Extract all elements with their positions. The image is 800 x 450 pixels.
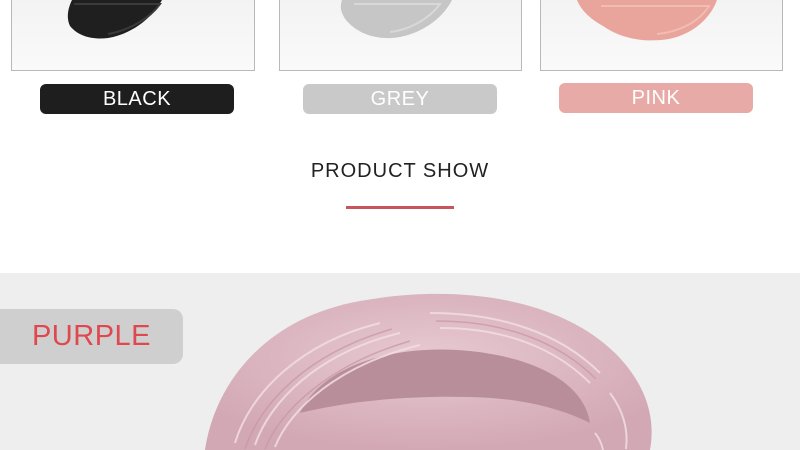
pink-scarf-image [577,0,717,41]
color-option-label: GREY [370,87,430,110]
variant-label-tag: PURPLE [0,309,183,364]
product-showcase: PURPLE [0,273,800,450]
grey-scarf-image [340,0,452,39]
black-scarf-image [67,0,162,39]
swatch-card-black[interactable] [11,0,255,71]
color-option-label: BLACK [102,87,172,110]
color-option-black[interactable]: BLACK [40,84,234,114]
swatch-card-pink[interactable] [540,0,783,71]
section-title-underline [346,206,454,209]
color-option-pink[interactable]: PINK [559,83,753,113]
color-option-grey[interactable]: GREY [303,84,497,114]
section-title: PRODUCT SHOW [310,160,490,182]
color-option-label: PINK [631,86,681,109]
swatch-card-grey[interactable] [279,0,522,71]
variant-label: PURPLE [31,320,152,352]
